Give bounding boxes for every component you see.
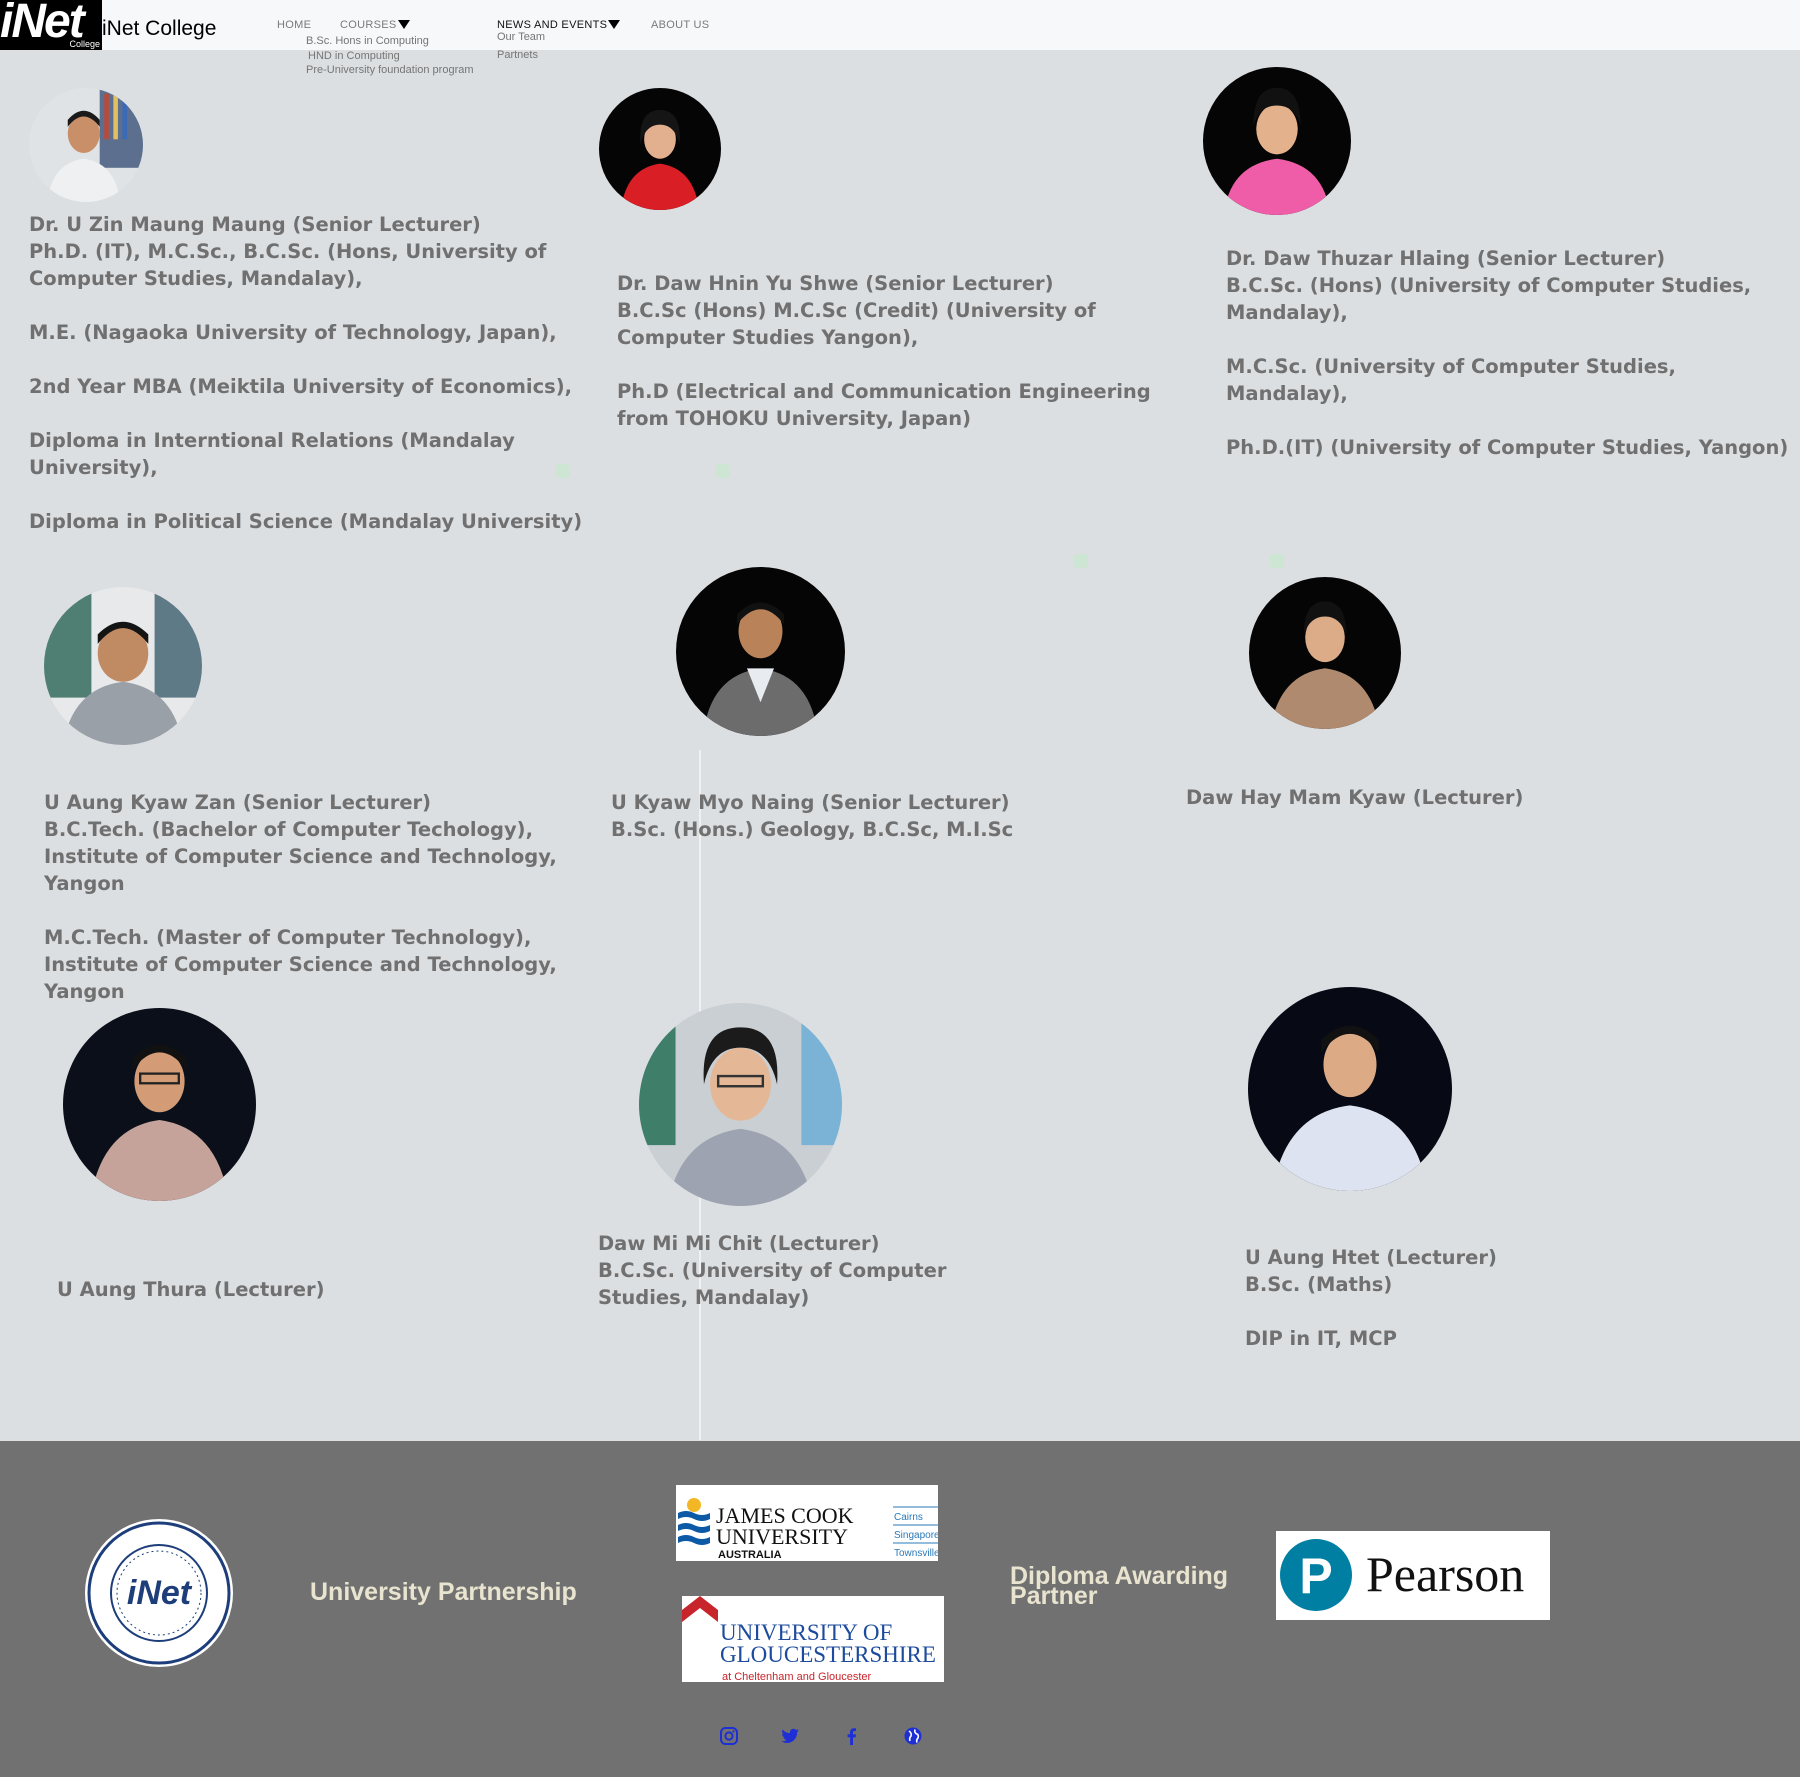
jcu-logo-graphic: JAMES COOK UNIVERSITY AUSTRALIA Cairns S… [676, 1485, 938, 1561]
bio-line: B.C.Sc. (Hons) (University of Computer S… [1226, 274, 1752, 324]
bio-line: University), [29, 456, 158, 479]
bio-line: Diploma in Political Science (Mandalay U… [29, 510, 583, 533]
courses-menu-item[interactable]: HND in Computing [308, 50, 400, 62]
bio-line: Yangon [44, 872, 125, 895]
staff-photo-avatar [44, 587, 202, 745]
staff-bio: U Kyaw Myo Naing (Senior Lecturer) B.Sc.… [611, 789, 1013, 843]
emblem-graphic: iNet [85, 1519, 233, 1667]
bio-line: Ph.D.(IT) (University of Computer Studie… [1226, 436, 1789, 459]
bio-line: B.Sc. (Hons.) Geology, B.C.Sc, M.I.Sc [611, 818, 1014, 841]
staff-bio: U Aung Thura (Lecturer) [57, 1276, 325, 1303]
university-of-gloucestershire-logo[interactable]: UNIVERSITY OF GLOUCESTERSHIRE at Chelten… [682, 1596, 944, 1682]
staff-bio: Daw Hay Mam Kyaw (Lecturer) [1186, 784, 1523, 811]
staff-bio: Dr. Daw Hnin Yu Shwe (Senior Lecturer) B… [617, 270, 1151, 432]
nav-courses[interactable]: COURSES [340, 19, 410, 31]
bio-line: 2nd Year MBA (Meiktila University of Eco… [29, 375, 573, 398]
news-menu-item[interactable]: Our Team [497, 31, 545, 43]
bio-line: B.C.Sc (Hons) M.C.Sc (Credit) (Universit… [617, 299, 1096, 322]
staff-name: Daw Hay Mam Kyaw (Lecturer) [1186, 786, 1524, 809]
staff-name: U Aung Thura (Lecturer) [57, 1278, 325, 1301]
bio-line: B.C.Tech. (Bachelor of Computer Techolog… [44, 818, 533, 841]
pearson-name: Pearson [1366, 1546, 1524, 1602]
inet-logo[interactable]: iNet College [0, 0, 102, 50]
staff-photo-avatar [63, 1008, 256, 1201]
bio-line: Computer Studies, Mandalay), [29, 267, 363, 290]
bio-line: M.C.Sc. (University of Computer Studies,… [1226, 355, 1676, 405]
staff-photo-avatar [599, 88, 721, 210]
staff-bio: Dr. U Zin Maung Maung (Senior Lecturer) … [29, 211, 582, 535]
james-cook-university-logo[interactable]: JAMES COOK UNIVERSITY AUSTRALIA Cairns S… [676, 1485, 938, 1561]
staff-photo-avatar [29, 88, 143, 202]
bio-line: Institute of Computer Science and Techno… [44, 845, 557, 868]
courses-menu-item[interactable]: Pre-University foundation program [306, 64, 474, 76]
jcu-line2: UNIVERSITY [716, 1524, 848, 1549]
logo-subtext: College [69, 39, 100, 49]
jcu-campus: Cairns [894, 1512, 923, 1523]
bio-line: M.E. (Nagaoka University of Technology, … [29, 321, 557, 344]
chevron-down-icon [397, 20, 410, 29]
university-partnership-label: University Partnership [310, 1578, 577, 1606]
staff-photo-avatar [1248, 987, 1452, 1191]
pearson-mark: P [1299, 1548, 1332, 1604]
staff-bio: U Aung Htet (Lecturer) B.Sc. (Maths) DIP… [1245, 1244, 1497, 1352]
staff-name: U Aung Htet (Lecturer) [1245, 1246, 1497, 1269]
staff-bio: U Aung Kyaw Zan (Senior Lecturer) B.C.Te… [44, 789, 557, 1005]
nav-home[interactable]: HOME [277, 19, 311, 31]
staff-name: Dr. Daw Hnin Yu Shwe (Senior Lecturer) [617, 272, 1054, 295]
bio-line: B.C.Sc. (University of Computer [598, 1259, 947, 1282]
ghost-artifact [1074, 554, 1088, 568]
ghost-artifact [1270, 554, 1284, 568]
bio-line: Diploma in Interntional Relations (Manda… [29, 429, 515, 452]
courses-menu-item[interactable]: B.Sc. Hons in Computing [306, 35, 429, 47]
staff-photo-avatar [1249, 577, 1401, 729]
nav-about-us[interactable]: ABOUT US [651, 19, 709, 31]
nav-news-label: NEWS AND EVENTS [497, 19, 608, 31]
jcu-campus: Singapore [894, 1530, 938, 1541]
staff-bio: Dr. Daw Thuzar Hlaing (Senior Lecturer) … [1226, 245, 1800, 461]
staff-name: Dr. U Zin Maung Maung (Senior Lecturer) [29, 213, 481, 236]
staff-photo-avatar [676, 567, 845, 736]
bio-line: DIP in IT, MCP [1245, 1327, 1397, 1350]
staff-bio: Daw Mi Mi Chit (Lecturer) B.C.Sc. (Unive… [598, 1230, 946, 1311]
site-title[interactable]: iNet College [102, 17, 216, 41]
bio-line: Ph.D (Electrical and Communication Engin… [617, 380, 1151, 403]
glos-line2: GLOUCESTERSHIRE [720, 1642, 936, 1667]
bio-line: from TOHOKU University, Japan) [617, 407, 972, 430]
nav-courses-label: COURSES [340, 19, 397, 31]
staff-name: Daw Mi Mi Chit (Lecturer) [598, 1232, 880, 1255]
bio-line: Studies, Mandalay) [598, 1286, 810, 1309]
bio-line: Institute of Computer Science and Techno… [44, 953, 557, 976]
staff-name: Dr. Daw Thuzar Hlaing (Senior Lecturer) [1226, 247, 1666, 270]
pearson-logo-graphic: P Pearson [1276, 1531, 1550, 1620]
staff-name: U Kyaw Myo Naing (Senior Lecturer) [611, 791, 1010, 814]
facebook-icon[interactable] [842, 1726, 862, 1746]
chevron-down-icon [608, 20, 621, 29]
emblem-wordmark: iNet [127, 1574, 193, 1612]
top-navigation-bar: iNet College iNet College HOME COURSES N… [0, 0, 1800, 50]
jcu-line3: AUSTRALIA [718, 1549, 782, 1561]
jcu-campus: Townsville [894, 1548, 938, 1559]
diploma-awarding-partner-label: Diploma Awarding Partner [1010, 1564, 1228, 1609]
glos-logo-graphic: UNIVERSITY OF GLOUCESTERSHIRE at Chelten… [682, 1596, 944, 1682]
bio-line: Yangon [44, 980, 125, 1003]
instagram-icon[interactable] [719, 1726, 739, 1746]
globe-icon[interactable] [903, 1726, 923, 1746]
ghost-artifact [716, 464, 730, 478]
nav-news-and-events[interactable]: NEWS AND EVENTS [497, 19, 621, 31]
staff-name: U Aung Kyaw Zan (Senior Lecturer) [44, 791, 432, 814]
pearson-logo[interactable]: P Pearson [1276, 1531, 1550, 1620]
bio-line: B.Sc. (Maths) [1245, 1273, 1393, 1296]
glos-line3: at Cheltenham and Gloucester [722, 1671, 872, 1682]
inet-college-emblem-logo: iNet [84, 1518, 234, 1668]
bio-line: Ph.D. (IT), M.C.Sc., B.C.Sc. (Hons, Univ… [29, 240, 547, 263]
bio-line: Computer Studies Yangon), [617, 326, 919, 349]
news-menu-item[interactable]: Partnets [497, 49, 538, 61]
bio-line: M.C.Tech. (Master of Computer Technology… [44, 926, 532, 949]
staff-photo-avatar [639, 1003, 842, 1206]
twitter-icon[interactable] [780, 1726, 800, 1746]
staff-photo-avatar [1203, 67, 1351, 215]
